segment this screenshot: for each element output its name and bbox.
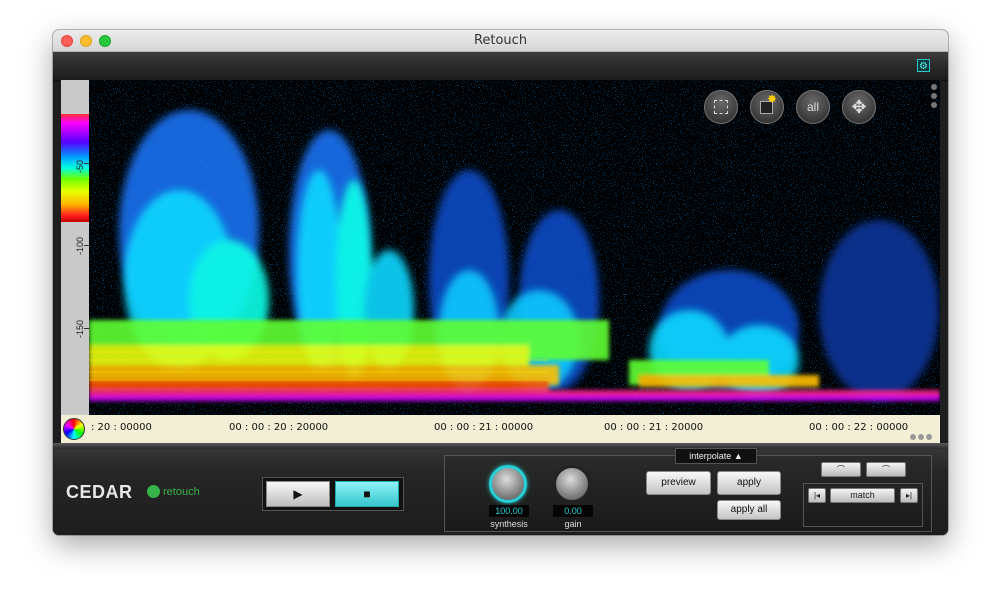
play-button[interactable]: ▶ [266,481,330,507]
time-label: 00 : 00 : 20 : 20000 [229,422,329,433]
skip-end-icon[interactable]: ▸| [900,488,918,503]
transport-controls: ▶ ■ [262,477,404,511]
sparkle-icon: ✸ [767,92,778,106]
top-toolbar: ⚙ [53,52,948,81]
spectrogram-display[interactable]: ✸ all ✥ [89,80,940,415]
match-button[interactable]: match [830,488,895,503]
caret-up-icon: ▲ [733,451,743,461]
time-label: 00 : 00 : 21 : 00000 [434,422,534,433]
apply-all-button[interactable]: apply all [717,500,781,520]
time-ruler[interactable]: : 20 : 00000 00 : 00 : 20 : 20000 00 : 0… [61,415,940,443]
level-scale: -50 -100 -150 [61,80,89,415]
gain-label: gain [564,519,582,529]
skip-start-icon[interactable]: |◂ [808,488,826,503]
synthesis-value[interactable]: 100.00 [489,505,529,517]
match-left-shape-button[interactable]: ⌒ [821,462,861,477]
dashed-rect-icon [714,100,728,114]
apply-button[interactable]: apply [717,471,781,495]
time-label: 00 : 00 : 22 : 00000 [809,422,909,433]
gain-value[interactable]: 0.00 [553,505,593,517]
magic-select-tool[interactable]: ✸ [750,90,784,124]
preview-button[interactable]: preview [646,471,711,495]
mode-value: interpolate [689,451,732,461]
mode-dropdown[interactable]: interpolate ▲ [675,448,757,464]
time-label: 00 : 00 : 21 : 20000 [604,422,704,433]
rectangle-select-tool[interactable] [704,90,738,124]
spectrogram-image [89,80,940,415]
control-panel: CEDAR retouch ▶ ■ interpolate ▲ 100.00 s… [53,443,948,535]
brand-logo-text: CEDAR [66,482,133,502]
select-all-tool[interactable]: all [796,90,830,124]
time-label: : 20 : 00000 [91,422,152,433]
view-handle[interactable] [931,84,937,111]
cedar-logo-icon [147,485,160,498]
scale-tick-label: -50 [75,159,85,173]
color-wheel-icon[interactable] [63,418,85,440]
synthesis-label: synthesis [490,519,528,529]
title-bar: Retouch [53,30,948,52]
stop-button[interactable]: ■ [335,481,399,507]
window-title: Retouch [473,33,528,48]
product-name: retouch [163,486,200,498]
gain-knob[interactable] [553,465,591,503]
synthesis-knob[interactable] [489,465,527,503]
match-right-shape-button[interactable]: ⌒ [866,462,906,477]
settings-icon[interactable]: ⚙ [917,59,930,72]
retouch-window: Retouch ⚙ -50 -100 -150 ✸ all ✥: 20: 0… [53,30,948,535]
move-arrows-icon[interactable]: ✥ [842,90,876,124]
